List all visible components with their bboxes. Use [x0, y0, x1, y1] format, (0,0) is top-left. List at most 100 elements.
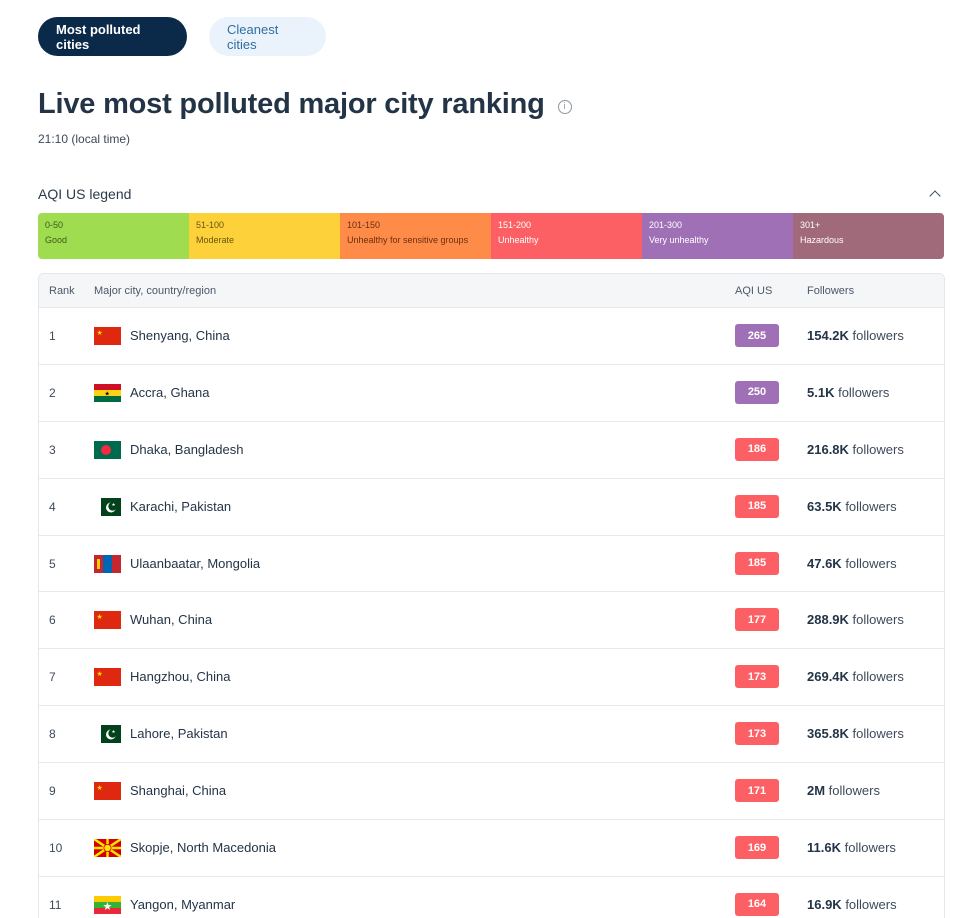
- rank-cell: 3: [49, 442, 56, 457]
- table-row[interactable]: 3 Dhaka, Bangladesh 186 216.8K followers: [39, 422, 944, 479]
- followers-cell: 16.9K followers: [807, 897, 897, 912]
- followers-suffix: followers: [834, 384, 890, 400]
- legend-label: Moderate: [196, 235, 235, 245]
- city-link[interactable]: Hangzhou, China: [130, 669, 230, 684]
- rank-cell: 7: [49, 670, 56, 685]
- pakistan-flag-icon: ★: [94, 497, 121, 516]
- chevron-up-icon[interactable]: [930, 189, 940, 199]
- svg-text:★: ★: [103, 900, 113, 913]
- followers-suffix: followers: [841, 555, 897, 571]
- aqi-badge: 177: [735, 608, 779, 632]
- followers-suffix: followers: [841, 498, 897, 514]
- rank-cell: 2: [49, 385, 56, 400]
- rank-cell: 9: [49, 784, 56, 799]
- legend-label: Hazardous: [800, 235, 844, 245]
- legend-label: Unhealthy for sensitive groups: [347, 235, 469, 245]
- north-macedonia-flag-icon: [94, 839, 121, 858]
- aqi-legend-bar: 0-50 Good 51-100 Moderate 101-150 Unhealthy f…: [38, 213, 944, 259]
- info-icon[interactable]: i: [557, 99, 572, 114]
- rank-cell: 4: [49, 499, 56, 514]
- legend-label: Unhealthy: [498, 235, 539, 245]
- followers-cell: 365.8K followers: [807, 726, 904, 741]
- bangladesh-flag-icon: [94, 440, 121, 459]
- followers-cell: 5.1K followers: [807, 385, 889, 400]
- rank-cell: 6: [49, 613, 56, 628]
- rank-cell: 1: [49, 329, 56, 343]
- followers-count: 2M: [807, 783, 826, 799]
- table-row[interactable]: 1 ★ Shenyang, China 265 154.2K followers: [39, 308, 944, 365]
- table-row[interactable]: 5 Ulaanbaatar, Mongolia 185 47.6K followers: [39, 536, 944, 593]
- legend-segment: 301+ Hazardous: [793, 213, 944, 259]
- table-row[interactable]: 7 ★ Hangzhou, China 173 269.4K followers: [39, 649, 944, 707]
- aqi-badge: 185: [735, 551, 779, 575]
- followers-suffix: followers: [841, 896, 897, 912]
- legend-header[interactable]: AQI US legend: [38, 186, 944, 202]
- followers-cell: 47.6K followers: [807, 556, 897, 571]
- svg-text:★: ★: [105, 390, 110, 397]
- aqi-badge: 250: [735, 380, 779, 404]
- city-link[interactable]: Dhaka, Bangladesh: [130, 442, 243, 457]
- legend-range: 0-50: [45, 220, 64, 230]
- followers-cell: 288.9K followers: [807, 612, 904, 627]
- table-row[interactable]: 4 ★ Karachi, Pakistan 185 63.5K followers: [39, 479, 944, 536]
- header-rank: Rank: [49, 285, 75, 297]
- city-link[interactable]: Karachi, Pakistan: [130, 499, 231, 514]
- city-link[interactable]: Wuhan, China: [130, 612, 212, 627]
- legend-range: 101-150: [347, 220, 381, 230]
- svg-text:★: ★: [97, 670, 103, 678]
- followers-count: 269.4K: [807, 669, 849, 685]
- city-link[interactable]: Yangon, Myanmar: [130, 897, 235, 912]
- followers-cell: 154.2K followers: [807, 328, 904, 343]
- page-title: Live most polluted major city ranking: [38, 88, 545, 120]
- mongolia-flag-icon: [94, 554, 121, 573]
- svg-text:★: ★: [97, 784, 103, 792]
- legend-segment: 51-100 Moderate: [189, 213, 340, 259]
- followers-suffix: followers: [848, 441, 904, 457]
- city-link[interactable]: Accra, Ghana: [130, 385, 210, 400]
- aqi-badge: 171: [735, 779, 779, 803]
- table-header: Rank Major city, country/region AQI US F…: [39, 274, 944, 308]
- svg-text:★: ★: [97, 613, 103, 621]
- china-flag-icon: ★: [94, 782, 121, 801]
- followers-cell: 269.4K followers: [807, 669, 904, 684]
- city-link[interactable]: Shanghai, China: [130, 783, 226, 798]
- table-row[interactable]: 8 ★ Lahore, Pakistan 173 365.8K followers: [39, 706, 944, 764]
- table-row[interactable]: 9 ★ Shanghai, China 171 2M followers: [39, 763, 944, 821]
- city-link[interactable]: Ulaanbaatar, Mongolia: [130, 556, 260, 571]
- city-link[interactable]: Lahore, Pakistan: [130, 726, 228, 741]
- table-row[interactable]: 2 ★ Accra, Ghana 250 5.1K followers: [39, 365, 944, 422]
- followers-suffix: followers: [848, 726, 904, 742]
- legend-segment: 201-300 Very unhealthy: [642, 213, 793, 259]
- legend-range: 301+: [800, 220, 821, 230]
- city-link[interactable]: Shenyang, China: [130, 328, 230, 343]
- china-flag-icon: ★: [94, 327, 121, 345]
- aqi-badge: 185: [735, 494, 779, 518]
- followers-count: 11.6K: [807, 840, 841, 856]
- city-link[interactable]: Skopje, North Macedonia: [130, 840, 276, 855]
- followers-suffix: followers: [840, 840, 896, 856]
- header-aqi: AQI US: [735, 285, 773, 297]
- ranking-tabs: Most polluted cities Cleanest cities: [38, 17, 326, 56]
- tab-most-polluted[interactable]: Most polluted cities: [38, 17, 187, 56]
- china-flag-icon: ★: [94, 611, 121, 630]
- table-row[interactable]: 10 Skopje, North Macedonia 169 11.6K follow…: [39, 820, 944, 877]
- table-row[interactable]: 11 ★ Yangon, Myanmar 164 16.9K followers: [39, 877, 944, 918]
- table-row[interactable]: 6 ★ Wuhan, China 177 288.9K followers: [39, 592, 944, 650]
- rank-cell: 8: [49, 727, 56, 742]
- legend-segment: 0-50 Good: [38, 213, 189, 259]
- followers-suffix: followers: [848, 669, 904, 685]
- followers-cell: 216.8K followers: [807, 442, 904, 457]
- followers-suffix: followers: [825, 783, 880, 799]
- aqi-badge: 186: [735, 437, 779, 461]
- aqi-badge: 173: [735, 665, 779, 689]
- legend-range: 151-200: [498, 220, 532, 230]
- followers-count: 63.5K: [807, 498, 842, 514]
- header-city: Major city, country/region: [94, 285, 217, 297]
- legend-title: AQI US legend: [38, 186, 132, 202]
- china-flag-icon: ★: [94, 668, 121, 687]
- svg-text:★: ★: [97, 329, 103, 337]
- aqi-badge: 173: [735, 722, 779, 746]
- followers-cell: 2M followers: [807, 783, 880, 798]
- followers-count: 16.9K: [807, 896, 842, 912]
- tab-cleanest[interactable]: Cleanest cities: [209, 17, 326, 56]
